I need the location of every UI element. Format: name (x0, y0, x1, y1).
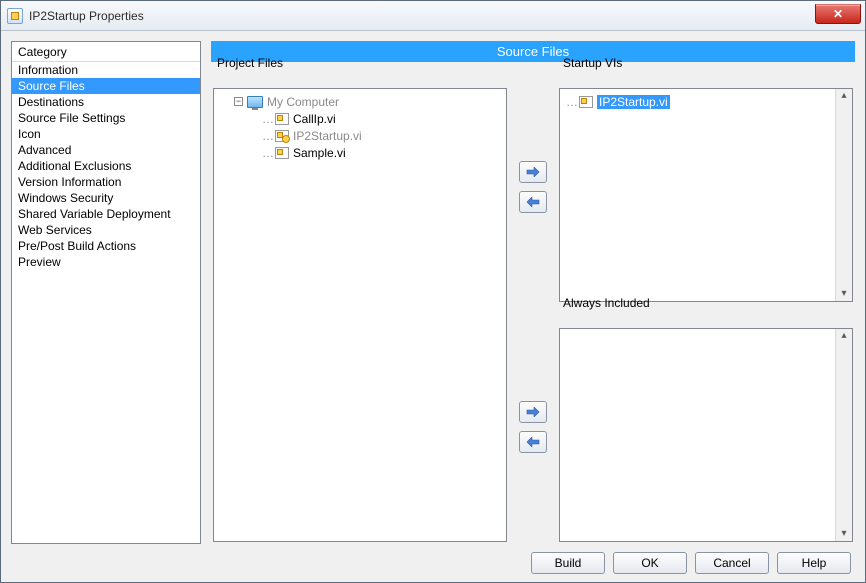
scroll-down-icon: ▾ (841, 289, 846, 299)
category-item[interactable]: Version Information (12, 174, 200, 190)
scroll-up-icon: ▴ (841, 331, 846, 341)
scroll-down-icon: ▾ (841, 529, 846, 539)
computer-icon (247, 96, 263, 108)
scroll-up-icon: ▴ (841, 91, 846, 101)
main-row: Category InformationSource FilesDestinat… (11, 41, 855, 544)
project-files-wrap: Project Files −My Computer…CallIp.vi…IP2… (213, 72, 507, 542)
always-arrows (513, 312, 553, 542)
titlebar[interactable]: IP2Startup Properties ✕ (1, 1, 865, 31)
always-included-label: Always Included (563, 296, 650, 310)
help-label: Help (802, 556, 827, 570)
tree-connector: … (566, 95, 577, 109)
add-to-startup-button[interactable] (519, 161, 547, 183)
startup-arrows (513, 72, 553, 302)
arrow-left-icon (526, 197, 540, 207)
tree-connector: … (262, 129, 273, 143)
ok-label: OK (641, 556, 658, 570)
remove-from-startup-button[interactable] (519, 191, 547, 213)
always-included-tree[interactable] (560, 329, 835, 541)
build-label: Build (555, 556, 582, 570)
category-item[interactable]: Additional Exclusions (12, 158, 200, 174)
tree-root-label: My Computer (267, 95, 339, 109)
tree-file-label: CallIp.vi (293, 112, 336, 126)
category-item[interactable]: Preview (12, 254, 200, 270)
startup-vis-label: Startup VIs (563, 56, 622, 70)
category-list[interactable]: InformationSource FilesDestinationsSourc… (12, 62, 200, 543)
startup-item-label: IP2Startup.vi (597, 95, 670, 109)
tree-file-row[interactable]: … Sample.vi (216, 144, 504, 161)
properties-window: IP2Startup Properties ✕ Category Informa… (0, 0, 866, 583)
arrow-right-icon (526, 407, 540, 417)
startup-item-row[interactable]: … IP2Startup.vi (562, 93, 833, 110)
client-area: Category InformationSource FilesDestinat… (1, 31, 865, 582)
always-included-wrap: Always Included ▴ ▾ (559, 312, 853, 542)
category-item[interactable]: Windows Security (12, 190, 200, 206)
tree-connector: … (262, 112, 273, 126)
button-row: Build OK Cancel Help (11, 550, 855, 574)
startup-vis-tree[interactable]: … IP2Startup.vi (560, 89, 835, 301)
arrow-right-icon (526, 167, 540, 177)
vi-icon (275, 113, 289, 125)
collapse-icon[interactable]: − (234, 97, 243, 106)
category-item[interactable]: Source File Settings (12, 110, 200, 126)
build-button[interactable]: Build (531, 552, 605, 574)
add-to-always-button[interactable] (519, 401, 547, 423)
project-files-panel: − My Computer … CallIp.vi … IP2Startup.vi … Sam… (213, 88, 507, 542)
cancel-label: Cancel (713, 556, 750, 570)
always-included-panel: ▴ ▾ (559, 328, 853, 542)
tree-file-label: Sample.vi (293, 146, 346, 160)
cancel-button[interactable]: Cancel (695, 552, 769, 574)
help-button[interactable]: Help (777, 552, 851, 574)
ok-button[interactable]: OK (613, 552, 687, 574)
close-button[interactable]: ✕ (815, 4, 861, 24)
vi-icon (579, 96, 593, 108)
category-item[interactable]: Advanced (12, 142, 200, 158)
category-item[interactable]: Pre/Post Build Actions (12, 238, 200, 254)
close-icon: ✕ (833, 7, 843, 21)
category-item[interactable]: Source Files (12, 78, 200, 94)
app-icon (7, 8, 23, 24)
arrow-left-icon (526, 437, 540, 447)
tree-file-label: IP2Startup.vi (293, 129, 362, 143)
startup-scrollbar[interactable]: ▴ ▾ (835, 89, 852, 301)
project-files-tree[interactable]: − My Computer … CallIp.vi … IP2Startup.vi … Sam… (214, 89, 506, 541)
category-item[interactable]: Icon (12, 126, 200, 142)
startup-vis-wrap: Startup VIs …IP2Startup.vi ▴ ▾ (559, 72, 853, 302)
right-pane: Source Files Project Files −My Computer…… (211, 41, 855, 544)
startup-vis-panel: … IP2Startup.vi ▴ ▾ (559, 88, 853, 302)
category-item[interactable]: Destinations (12, 94, 200, 110)
category-panel: Category InformationSource FilesDestinat… (11, 41, 201, 544)
pane-body: Project Files −My Computer…CallIp.vi…IP2… (211, 70, 855, 544)
window-title: IP2Startup Properties (29, 9, 144, 23)
tree-root-row[interactable]: − My Computer (216, 93, 504, 110)
category-item[interactable]: Web Services (12, 222, 200, 238)
tree-connector: … (262, 146, 273, 160)
category-item[interactable]: Information (12, 62, 200, 78)
vi-icon (275, 147, 289, 159)
remove-from-always-button[interactable] (519, 431, 547, 453)
category-item[interactable]: Shared Variable Deployment (12, 206, 200, 222)
vi-icon (275, 130, 289, 142)
project-files-label: Project Files (217, 56, 283, 70)
pane-title: Source Files (211, 41, 855, 62)
tree-file-row[interactable]: … IP2Startup.vi (216, 127, 504, 144)
always-scrollbar[interactable]: ▴ ▾ (835, 329, 852, 541)
tree-file-row[interactable]: … CallIp.vi (216, 110, 504, 127)
category-header: Category (12, 42, 200, 62)
